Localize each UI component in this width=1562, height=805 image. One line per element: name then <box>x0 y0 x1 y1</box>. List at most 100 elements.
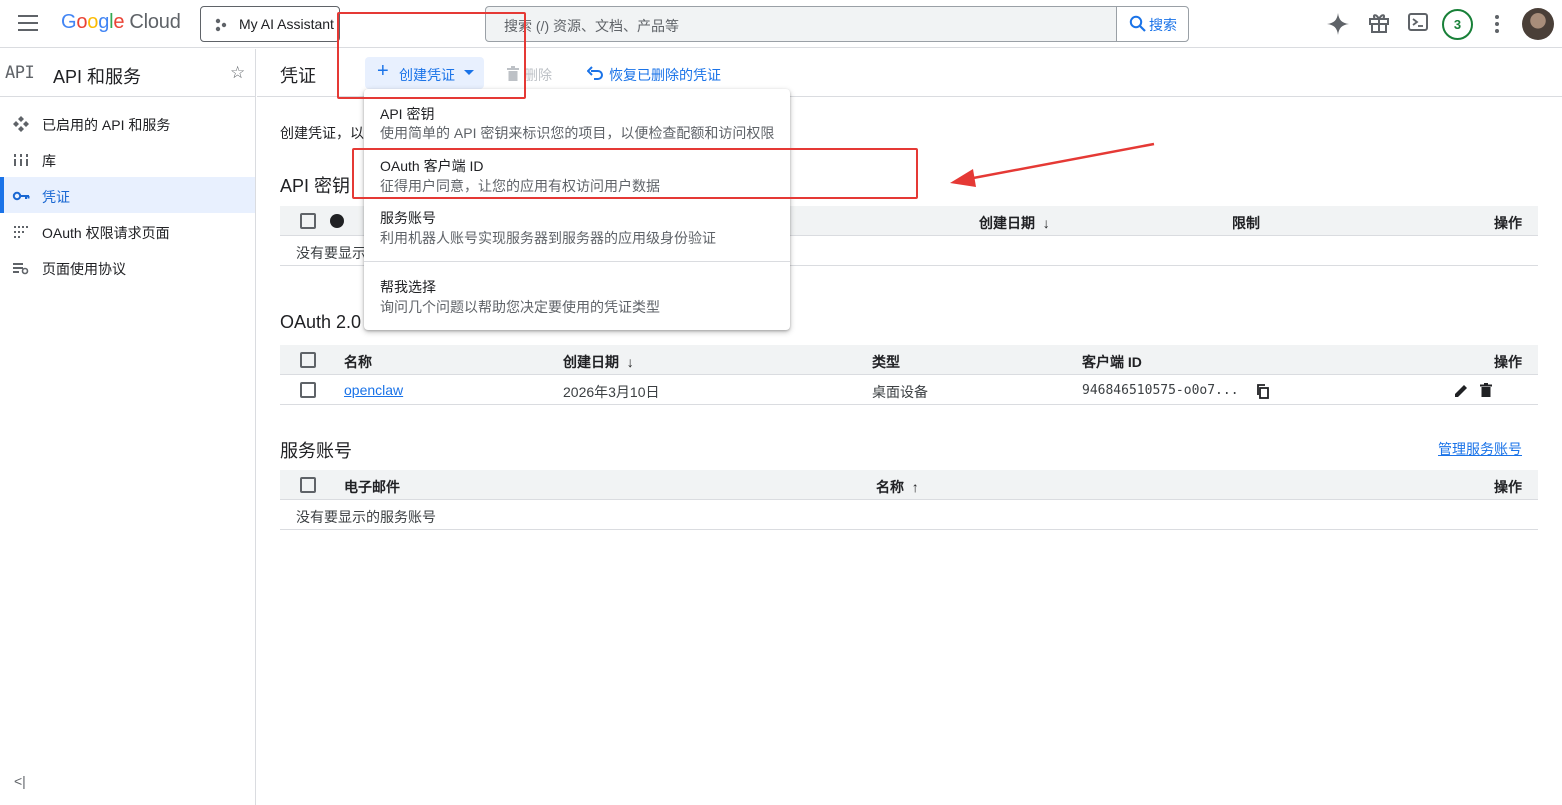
key-icon <box>12 191 30 201</box>
sidebar-item-credentials[interactable]: 凭证 <box>0 177 255 213</box>
annotation-arrow <box>950 142 1155 187</box>
empty-message: 没有要显示的服务账号 <box>296 509 436 525</box>
column-label: 名称 <box>876 479 904 495</box>
avatar[interactable] <box>1522 8 1554 40</box>
logo-cloud-text: Cloud <box>129 11 181 33</box>
logo-letter: o <box>87 11 99 33</box>
table-header: 电子邮件 名称 ↑ 操作 <box>280 470 1538 500</box>
top-bar: Google Cloud My AI Assistant 搜索 (/) 资源、文档… <box>0 0 1562 48</box>
annotation-box <box>337 12 526 99</box>
logo-letter: o <box>76 11 88 33</box>
menu-item-title: 帮我选择 <box>380 279 436 295</box>
sidebar-header: API API 和服务 ☆ <box>0 49 256 97</box>
gemini-sparkle-icon[interactable] <box>1326 12 1350 36</box>
collapse-sidebar-icon[interactable]: <| <box>14 773 26 789</box>
col-actions: 操作 <box>1494 479 1522 495</box>
sidebar-item-label: 凭证 <box>42 189 70 205</box>
sidebar-item-oauth-consent[interactable]: OAuth 权限请求页面 <box>0 213 255 249</box>
search-button-label: 搜索 <box>1149 17 1177 33</box>
annotation-box <box>352 148 918 199</box>
col-restrictions: 限制 <box>1232 215 1260 231</box>
sidebar-item-label: 已启用的 API 和服务 <box>42 117 171 133</box>
search-input[interactable]: 搜索 (/) 资源、文档、产品等 <box>504 16 679 36</box>
menu-item-description: 使用简单的 API 密钥来标识您的项目，以便检查配额和访问权限 <box>380 125 775 141</box>
api-keys-title: API 密钥 <box>280 176 351 196</box>
more-vert-icon[interactable] <box>1489 12 1505 36</box>
menu-item-help-me-choose[interactable]: 帮我选择 询问几个问题以帮助您决定要使用的凭证类型 <box>364 262 790 328</box>
empty-row: 没有要显示的服务账号 <box>280 500 1538 530</box>
project-icon <box>215 18 227 32</box>
col-email: 电子邮件 <box>344 479 400 495</box>
menu-item-service-account[interactable]: 服务账号 利用机器人账号实现服务器到服务器的应用级身份验证 <box>364 197 790 257</box>
restore-deleted-button[interactable]: 恢复已删除的凭证 <box>587 65 721 85</box>
client-name-link[interactable]: openclaw <box>344 382 403 398</box>
table-header: 名称 创建日期 ↓ 类型 客户端 ID 操作 <box>280 345 1538 375</box>
page-title: 凭证 <box>280 66 316 86</box>
col-created-date[interactable]: 创建日期 ↓ <box>563 352 634 372</box>
search-bar[interactable]: 搜索 (/) 资源、文档、产品等 搜索 <box>485 6 1189 42</box>
row-checkbox[interactable] <box>300 382 316 398</box>
manage-service-accounts-link[interactable]: 管理服务账号 <box>1438 439 1522 459</box>
edit-icon[interactable] <box>1454 383 1469 398</box>
star-icon[interactable]: ☆ <box>230 63 245 83</box>
col-actions: 操作 <box>1494 215 1522 231</box>
delete-label: 删除 <box>524 67 552 83</box>
sidebar-item-library[interactable]: 库 <box>0 141 255 177</box>
created-date: 2026年3月10日 <box>563 384 660 400</box>
api-logo-icon: API <box>5 63 35 83</box>
select-all-checkbox[interactable] <box>300 352 316 368</box>
sidebar-item-page-usage[interactable]: 页面使用协议 <box>0 249 255 285</box>
column-label: 创建日期 <box>563 354 619 370</box>
oauth-table: 名称 创建日期 ↓ 类型 客户端 ID 操作 openclaw 2026年3月1… <box>280 345 1538 405</box>
oauth-consent-icon <box>14 226 28 238</box>
sidebar: API API 和服务 ☆ 已启用的 API 和服务 库 凭证 OAuth 权限… <box>0 49 256 805</box>
restore-label: 恢复已删除的凭证 <box>609 67 721 83</box>
sidebar-item-label: 库 <box>42 153 56 169</box>
col-name: 名称 <box>344 354 372 370</box>
project-name: My AI Assistant <box>239 16 334 32</box>
copy-icon[interactable] <box>1256 384 1269 399</box>
service-accounts-title: 服务账号 <box>280 441 352 461</box>
logo-letter: g <box>98 11 110 33</box>
oauth-title: OAuth 2.0 <box>280 312 362 332</box>
search-icon <box>1129 15 1146 32</box>
empty-message: 没有要显示 <box>296 245 366 261</box>
sidebar-title: API 和服务 <box>53 67 142 87</box>
gift-icon[interactable] <box>1368 12 1390 34</box>
enabled-apis-icon <box>13 116 29 132</box>
select-all-checkbox[interactable] <box>300 213 316 229</box>
logo-letter: G <box>61 11 77 33</box>
logo-letter: e <box>113 11 125 33</box>
search-button[interactable]: 搜索 <box>1116 7 1188 41</box>
client-type: 桌面设备 <box>872 384 928 400</box>
select-all-checkbox[interactable] <box>300 477 316 493</box>
cloud-shell-icon[interactable] <box>1408 12 1428 32</box>
create-credentials-menu: API 密钥 使用简单的 API 密钥来标识您的项目，以便检查配额和访问权限 O… <box>364 89 790 330</box>
sidebar-item-label: OAuth 权限请求页面 <box>42 225 170 241</box>
google-cloud-logo[interactable]: Google Cloud <box>61 11 181 34</box>
menu-item-description: 利用机器人账号实现服务器到服务器的应用级身份验证 <box>380 230 716 246</box>
library-icon <box>14 154 28 166</box>
col-actions: 操作 <box>1494 354 1522 370</box>
col-type: 类型 <box>872 354 900 370</box>
menu-icon[interactable] <box>18 15 38 31</box>
sidebar-item-label: 页面使用协议 <box>42 261 126 277</box>
menu-item-title: 服务账号 <box>380 210 436 226</box>
notification-badge[interactable]: 3 <box>1442 9 1473 40</box>
client-id: 946846510575-o0o7... <box>1082 383 1239 398</box>
trash-icon[interactable] <box>1480 383 1492 397</box>
service-accounts-table: 电子邮件 名称 ↑ 操作 没有要显示的服务账号 <box>280 470 1538 530</box>
project-selector[interactable]: My AI Assistant <box>200 6 340 42</box>
column-label: 创建日期 <box>979 215 1035 231</box>
menu-item-description: 询问几个问题以帮助您决定要使用的凭证类型 <box>380 299 660 315</box>
page-usage-icon <box>13 263 29 275</box>
sort-up-icon: ↑ <box>907 479 919 495</box>
col-created-date[interactable]: 创建日期 ↓ <box>979 213 1050 233</box>
col-client-id: 客户端 ID <box>1082 354 1142 370</box>
undo-icon <box>587 66 603 80</box>
status-dot-icon <box>330 214 344 228</box>
sidebar-item-enabled-apis[interactable]: 已启用的 API 和服务 <box>0 105 255 141</box>
sort-down-icon: ↓ <box>1038 215 1050 231</box>
col-name[interactable]: 名称 ↑ <box>876 477 919 497</box>
table-row: openclaw 2026年3月10日 桌面设备 946846510575-o0… <box>280 375 1538 405</box>
